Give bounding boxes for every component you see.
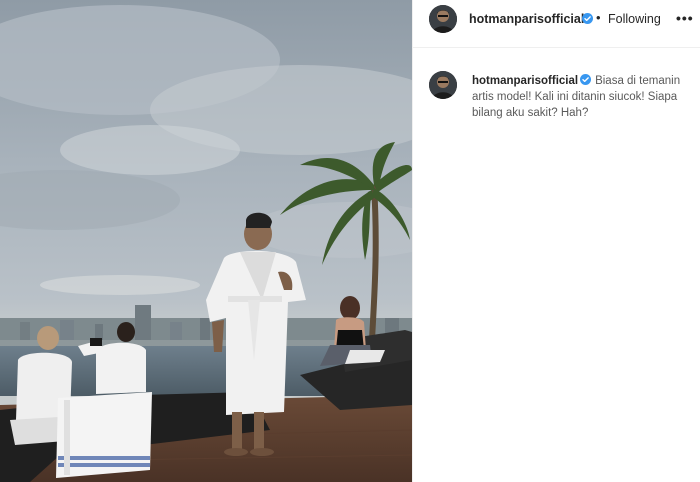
post-photo[interactable] bbox=[0, 0, 412, 482]
verified-badge-icon bbox=[582, 13, 593, 24]
following-button[interactable]: Following bbox=[608, 12, 661, 26]
caption-author-avatar[interactable] bbox=[429, 71, 457, 99]
separator-dot: • bbox=[596, 10, 601, 25]
caption-author-username[interactable]: hotmanparisofficial bbox=[472, 75, 578, 87]
post-side-panel: hotmanparisofficial • Following ••• hotm… bbox=[412, 0, 700, 482]
caption-block: hotmanparisofficial Biasa di temanin art… bbox=[472, 73, 687, 121]
avatar-image bbox=[429, 71, 457, 99]
verified-badge-icon bbox=[580, 74, 592, 85]
author-avatar[interactable] bbox=[429, 5, 457, 33]
post-header: hotmanparisofficial • Following ••• bbox=[413, 0, 700, 48]
more-options-icon[interactable]: ••• bbox=[676, 10, 694, 26]
photo-scene bbox=[0, 0, 412, 482]
author-username[interactable]: hotmanparisofficial bbox=[469, 12, 584, 26]
avatar-image bbox=[429, 5, 457, 33]
